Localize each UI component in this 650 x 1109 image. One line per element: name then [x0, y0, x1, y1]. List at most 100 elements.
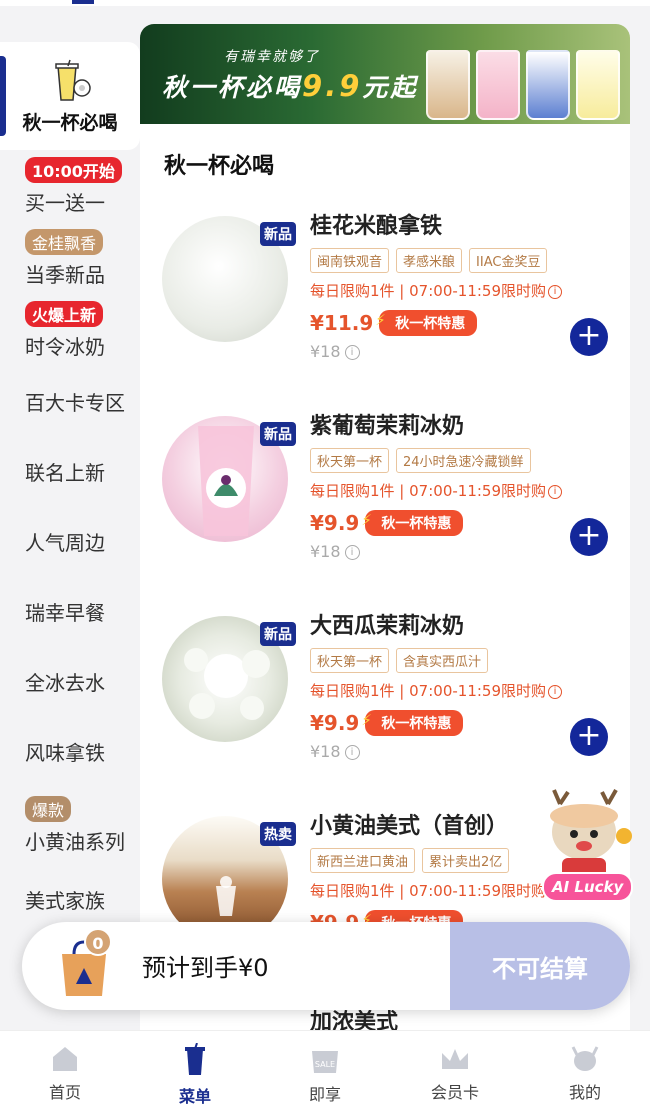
original-price-text: ¥18 [310, 342, 341, 361]
product-chips: 秋天第一杯 24小时急速冷藏锁鲜 [310, 448, 531, 473]
add-button[interactable]: + [570, 518, 608, 556]
info-icon[interactable]: i [344, 745, 360, 760]
bottom-nav: 首页 菜单 SALE 即享 会员卡 我的 [0, 1030, 650, 1109]
cup-icon [46, 58, 94, 104]
checkout-button[interactable]: 不可结算 [450, 922, 630, 1010]
product-chip: 秋天第一杯 [310, 448, 390, 473]
product-tag: 热卖 [260, 822, 296, 846]
nav-label: 菜单 [178, 1087, 211, 1106]
sidebar-item-full-ice[interactable]: 全冰去水 [0, 646, 140, 716]
mascot-label: AI Lucky [542, 872, 634, 902]
category-sidebar: 秋一杯必喝 10:00开始 买一送一 金桂飘香 当季新品 火爆上新 时令冰奶 百… [0, 42, 140, 1002]
original-price: ¥18 i [310, 542, 360, 561]
cup-image [476, 50, 520, 120]
sidebar-item-seasonal-icemilk[interactable]: 火爆上新 时令冰奶 [0, 294, 140, 366]
status-badge: 金桂飘香 [25, 228, 104, 255]
product-card[interactable]: 新品 大西瓜茉莉冰奶 秋天第一杯 含真实西瓜汁 每日限购1件 | 07:00-1… [140, 596, 630, 796]
ai-lucky-mascot[interactable]: AI Lucky [532, 786, 642, 906]
product-name[interactable]: 紫葡萄茉莉冰奶 [310, 408, 464, 440]
purchase-limit-text: 每日限购1件 | 07:00-11:59限时购 [310, 482, 547, 500]
nav-label: 会员卡 [430, 1083, 479, 1102]
purchase-limit: 每日限购1件 | 07:00-11:59限时购i [310, 280, 563, 301]
product-chip: 累计卖出2亿 [422, 848, 510, 873]
sidebar-item-label: 时令冰奶 [25, 334, 105, 359]
promo-label: 秋一杯特惠 [361, 510, 464, 536]
nav-instant[interactable]: SALE 即享 [260, 1031, 390, 1109]
product-tag: 新品 [260, 422, 296, 446]
deer-icon [571, 1046, 599, 1071]
original-price-text: ¥18 [310, 542, 341, 561]
nav-menu[interactable]: 菜单 [130, 1031, 260, 1109]
product-name[interactable]: 大西瓜茉莉冰奶 [310, 608, 464, 640]
menu-screen: 秋一杯必喝 10:00开始 买一送一 金桂飘香 当季新品 火爆上新 时令冰奶 百… [0, 0, 650, 1109]
sidebar-item-label: 风味拿铁 [25, 740, 105, 765]
sidebar-item-breakfast[interactable]: 瑞幸早餐 [0, 576, 140, 646]
banner-title-prefix: 秋一杯必喝 [162, 73, 303, 102]
purchase-limit: 每日限购1件 | 07:00-11:59限时购i [310, 480, 563, 501]
cup-image [526, 50, 570, 120]
promo-banner[interactable]: 有瑞幸就够了 秋一杯必喝9.9元起 [140, 24, 630, 124]
cart-count-badge: 0 [84, 928, 112, 956]
deer-mascot-icon [550, 789, 632, 878]
sidebar-item-autumn-must[interactable]: 秋一杯必喝 [0, 42, 140, 150]
sidebar-item-bogo[interactable]: 10:00开始 买一送一 [0, 150, 140, 222]
estimated-total: 预计到手¥0 [142, 954, 269, 982]
price-row: ¥9.9 秋一杯特惠 [310, 710, 464, 736]
sidebar-item-label: 小黄油系列 [25, 829, 125, 854]
product-chip: IIAC金奖豆 [469, 248, 548, 273]
info-icon[interactable]: i [548, 484, 563, 499]
crown-icon [442, 1049, 468, 1069]
product-name[interactable]: 小黄油美式（首创） [310, 808, 508, 840]
sale-bag-icon: SALE [312, 1051, 338, 1073]
sidebar-item-label: 瑞幸早餐 [25, 600, 105, 625]
product-chip: 秋天第一杯 [310, 648, 390, 673]
original-price: ¥18 i [310, 742, 360, 761]
nav-mine[interactable]: 我的 [520, 1031, 650, 1109]
product-chip: 24小时急速冷藏锁鲜 [396, 448, 531, 473]
banner-title: 秋一杯必喝9.9元起 [162, 68, 418, 104]
product-chip: 孝感米酿 [396, 248, 463, 273]
banner-subtitle: 有瑞幸就够了 [224, 49, 320, 65]
product-tag: 新品 [260, 222, 296, 246]
purchase-limit-text: 每日限购1件 | 07:00-11:59限时购 [310, 882, 547, 900]
product-chips: 秋天第一杯 含真实西瓜汁 [310, 648, 489, 673]
sidebar-item-label: 买一送一 [25, 190, 105, 215]
sidebar-item-butter[interactable]: 爆款 小黄油系列 [0, 786, 140, 864]
nav-label: 即享 [308, 1085, 341, 1104]
sidebar-item-collab[interactable]: 联名上新 [0, 436, 140, 506]
product-chips: 新西兰进口黄油 累计卖出2亿 [310, 848, 510, 873]
add-button[interactable]: + [570, 318, 608, 356]
product-chip: 闽南铁观音 [310, 248, 390, 273]
info-icon[interactable]: i [344, 545, 360, 560]
info-icon[interactable]: i [548, 684, 563, 699]
top-edge [0, 0, 650, 6]
nav-member-card[interactable]: 会员卡 [390, 1031, 520, 1109]
status-badge: 火爆上新 [25, 300, 104, 327]
add-button[interactable]: + [570, 718, 608, 756]
price-row: ¥11.9 秋一杯特惠 [310, 310, 478, 336]
sidebar-item-seasonal-new[interactable]: 金桂飘香 当季新品 [0, 222, 140, 294]
product-card[interactable]: 新品 紫葡萄茉莉冰奶 秋天第一杯 24小时急速冷藏锁鲜 每日限购1件 | 07:… [140, 396, 630, 596]
sidebar-item-label: 人气周边 [25, 530, 105, 555]
nav-home[interactable]: 首页 [0, 1031, 130, 1109]
sidebar-item-merch[interactable]: 人气周边 [0, 506, 140, 576]
sidebar-item-card-zone[interactable]: 百大卡专区 [0, 366, 140, 436]
svg-text:SALE: SALE [315, 1060, 335, 1069]
current-price: ¥11.9 [310, 311, 374, 335]
purchase-limit: 每日限购1件 | 07:00-11:59限时购i [310, 880, 563, 901]
price-row: ¥9.9 秋一杯特惠 [310, 510, 464, 536]
product-name[interactable]: 桂花米酿拿铁 [310, 208, 442, 240]
current-price: ¥9.9 [310, 511, 360, 535]
purchase-limit-text: 每日限购1件 | 07:00-11:59限时购 [310, 682, 547, 700]
cup-image [576, 50, 620, 120]
banner-title-suffix: 元起 [362, 73, 419, 102]
tab-indicator [72, 0, 94, 4]
section-title: 秋一杯必喝 [164, 154, 275, 179]
product-card[interactable]: 新品 桂花米酿拿铁 闽南铁观音 孝感米酿 IIAC金奖豆 每日限购1件 | 07… [140, 196, 630, 396]
cup-image [426, 50, 470, 120]
status-badge: 爆款 [25, 795, 72, 822]
info-icon[interactable]: i [344, 345, 360, 360]
info-icon[interactable]: i [548, 284, 563, 299]
sidebar-item-flavor-latte[interactable]: 风味拿铁 [0, 716, 140, 786]
banner-cups [426, 50, 620, 120]
